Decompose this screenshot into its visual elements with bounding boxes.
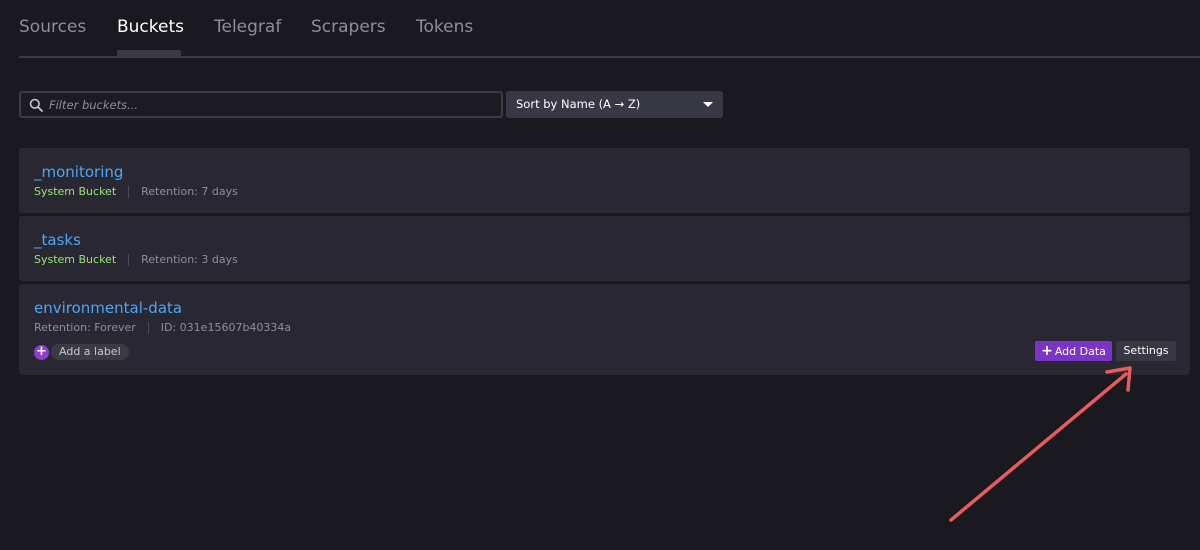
- tab-bar: Sources Buckets Telegraf Scrapers Tokens: [19, 0, 1200, 58]
- meta-divider: [128, 253, 130, 266]
- filter-buckets-field[interactable]: [19, 91, 503, 118]
- bucket-meta: System Bucket Retention: 7 days: [34, 185, 238, 198]
- plus-icon[interactable]: +: [34, 344, 49, 360]
- bucket-name-link[interactable]: _tasks: [34, 231, 81, 249]
- active-tab-indicator: [117, 50, 181, 56]
- caret-down-icon: [703, 102, 713, 107]
- bucket-card-tasks: _tasks System Bucket Retention: 3 days: [19, 216, 1190, 281]
- tab-tokens[interactable]: Tokens: [416, 17, 473, 37]
- add-data-button[interactable]: + Add Data: [1035, 341, 1112, 361]
- retention-text: Retention: 3 days: [141, 253, 238, 266]
- bucket-name-link[interactable]: _monitoring: [34, 163, 123, 181]
- retention-text: Retention: 7 days: [141, 185, 238, 198]
- add-label-button[interactable]: Add a label: [51, 344, 129, 360]
- filter-buckets-input[interactable]: [49, 93, 489, 116]
- system-bucket-badge: System Bucket: [34, 185, 117, 198]
- tab-buckets[interactable]: Buckets: [117, 17, 184, 37]
- bucket-card-monitoring: _monitoring System Bucket Retention: 7 d…: [19, 148, 1190, 213]
- plus-icon: +: [1041, 343, 1053, 359]
- label-row: + Add a label: [34, 344, 129, 360]
- meta-divider: [147, 321, 149, 334]
- tab-scrapers[interactable]: Scrapers: [311, 17, 386, 37]
- meta-divider: [128, 185, 130, 198]
- bucket-id-text: ID: 031e15607b40334a: [160, 321, 292, 334]
- bucket-card-environmental-data: environmental-data Retention: Forever ID…: [19, 284, 1190, 375]
- sort-dropdown[interactable]: Sort by Name (A → Z): [506, 91, 723, 118]
- sort-label: Sort by Name (A → Z): [516, 97, 641, 111]
- tab-telegraf[interactable]: Telegraf: [214, 17, 281, 37]
- bucket-meta: Retention: Forever ID: 031e15607b40334a: [34, 321, 291, 334]
- bucket-meta: System Bucket Retention: 3 days: [34, 253, 238, 266]
- settings-button[interactable]: Settings: [1116, 341, 1176, 361]
- bucket-name-link[interactable]: environmental-data: [34, 299, 182, 317]
- search-icon: [29, 98, 43, 112]
- retention-text: Retention: Forever: [34, 321, 136, 334]
- buckets-page: Sources Buckets Telegraf Scrapers Tokens…: [0, 0, 1200, 550]
- tab-sources[interactable]: Sources: [19, 17, 86, 37]
- system-bucket-badge: System Bucket: [34, 253, 117, 266]
- add-data-label: Add Data: [1054, 345, 1106, 358]
